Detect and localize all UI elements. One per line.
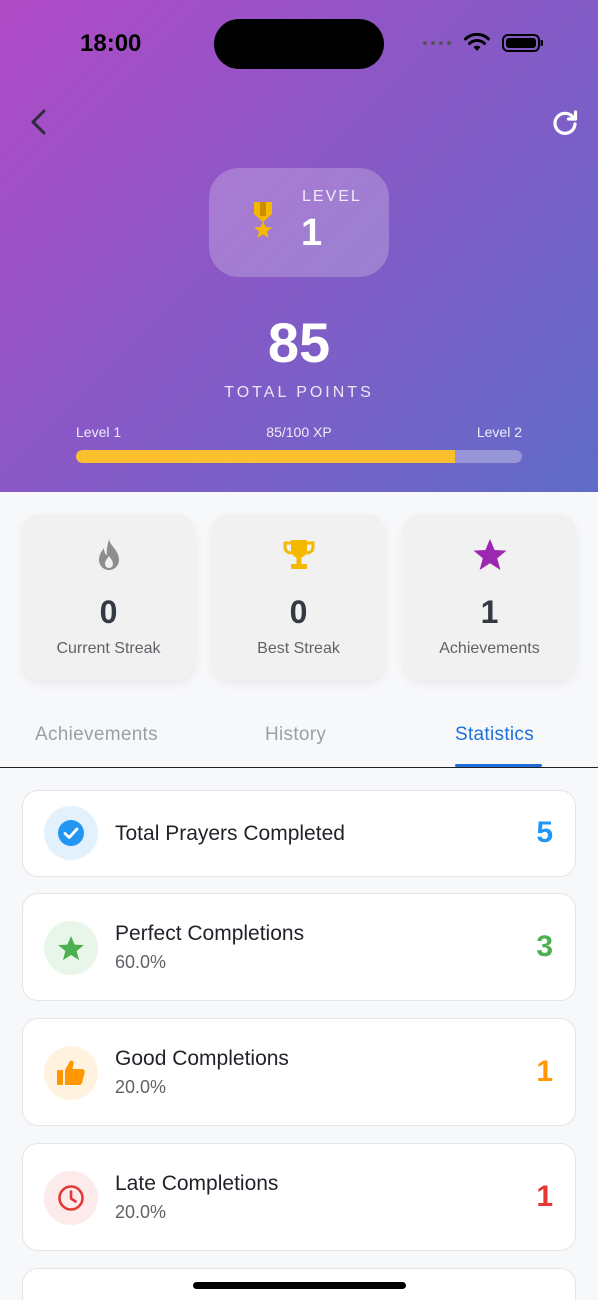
summary-stats: 0 Current Streak 0 Best Streak 1 Achieve… [22, 514, 576, 680]
row-icon-badge [44, 1046, 98, 1100]
status-indicators [422, 33, 544, 53]
list-item-late-completions: Late Completions 20.0% 1 [22, 1143, 576, 1251]
profile-header: 18:00 LEVEL 1 85 TOTAL POINTS Level 1 85… [0, 0, 598, 492]
medal-icon [254, 202, 272, 238]
row-title: Perfect Completions [115, 922, 305, 945]
chevron-left-icon [31, 109, 46, 135]
xp-progress-text: 85/100 XP [266, 424, 332, 440]
tab-statistics[interactable]: Statistics [455, 724, 534, 746]
xp-progress-bar [76, 450, 522, 463]
wifi-icon [464, 33, 490, 51]
row-icon-badge [44, 1171, 98, 1225]
row-subtitle: 20.0% [115, 1202, 167, 1222]
achievements-label: Achievements [439, 640, 540, 657]
list-item-total-prayers: Total Prayers Completed 5 [22, 790, 576, 877]
best-streak-card: 0 Best Streak [212, 514, 385, 680]
row-icon-badge [44, 806, 98, 860]
clock-icon [58, 1185, 84, 1211]
achievements-value: 1 [480, 594, 499, 630]
status-time: 18:00 [80, 30, 142, 57]
back-button[interactable] [24, 106, 56, 138]
row-count: 1 [536, 1055, 553, 1088]
level-card: LEVEL 1 [209, 168, 389, 277]
row-subtitle: 60.0% [115, 952, 167, 972]
battery-icon [502, 34, 543, 52]
home-indicator [193, 1282, 406, 1289]
level-value: 1 [301, 212, 323, 254]
row-subtitle: 20.0% [115, 1077, 167, 1097]
flame-icon [98, 539, 119, 570]
signal-icon [423, 41, 451, 45]
achievements-card: 1 Achievements [403, 514, 576, 680]
row-count: 5 [536, 816, 553, 849]
best-streak-label: Best Streak [257, 640, 340, 657]
refresh-icon [553, 110, 578, 135]
active-tab-indicator [455, 764, 542, 767]
row-title: Total Prayers Completed [115, 822, 345, 845]
current-streak-value: 0 [99, 594, 118, 630]
tab-history[interactable]: History [265, 724, 326, 746]
refresh-button[interactable] [550, 108, 580, 138]
total-points-value: 85 [267, 311, 331, 374]
xp-progress-fill [76, 450, 456, 463]
row-title: Good Completions [115, 1047, 289, 1070]
trophy-icon [282, 540, 315, 569]
row-icon-badge [44, 921, 98, 975]
list-item-perfect-completions: Perfect Completions 60.0% 3 [22, 893, 576, 1001]
current-streak-card: 0 Current Streak [22, 514, 195, 680]
tab-achievements[interactable]: Achievements [35, 724, 158, 746]
list-item-good-completions: Good Completions 20.0% 1 [22, 1018, 576, 1126]
best-streak-value: 0 [289, 594, 308, 630]
check-circle-icon [58, 820, 84, 846]
total-points-label: TOTAL POINTS [224, 384, 374, 401]
star-icon [58, 935, 84, 960]
level-caption: LEVEL [302, 188, 362, 205]
status-bar: 18:00 [0, 0, 598, 90]
thumbs-up-icon [57, 1060, 85, 1085]
row-title: Late Completions [115, 1172, 279, 1195]
current-streak-label: Current Streak [56, 640, 161, 657]
row-count: 1 [536, 1180, 553, 1213]
row-count: 3 [536, 930, 553, 963]
dynamic-island [214, 19, 384, 69]
tab-bar: Achievements History Statistics [0, 700, 598, 768]
xp-next-level: Level 2 [476, 424, 522, 440]
star-icon [473, 539, 506, 570]
